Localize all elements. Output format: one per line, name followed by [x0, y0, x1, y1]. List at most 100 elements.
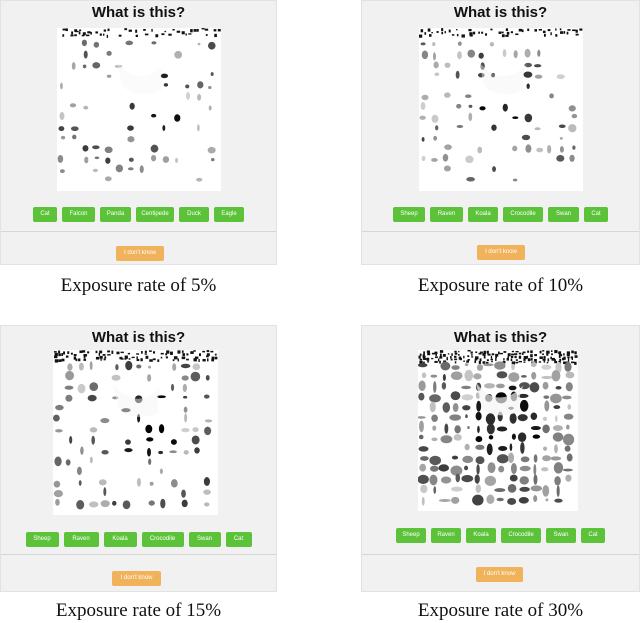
image-speck	[470, 351, 473, 354]
image-speck	[527, 28, 530, 32]
image-blob	[565, 474, 572, 482]
option-button-raven[interactable]: Raven	[63, 532, 99, 547]
image-blob	[541, 364, 552, 370]
image-blob	[128, 157, 134, 162]
dont-know-button[interactable]: I don't know	[116, 246, 164, 261]
image-blob	[566, 424, 570, 430]
image-blob	[204, 502, 210, 507]
image-blob	[476, 464, 480, 475]
image-blob	[83, 105, 89, 110]
image-blob	[60, 82, 63, 90]
image-speck	[172, 359, 175, 362]
image-speck	[73, 354, 77, 357]
image-speck	[106, 34, 109, 38]
option-button-crocodile[interactable]: Crocodile	[501, 528, 541, 543]
image-speck	[116, 351, 120, 355]
image-blob	[421, 372, 427, 379]
image-speck	[478, 352, 482, 355]
image-speck	[439, 356, 443, 359]
image-blob	[196, 177, 203, 182]
image-blob	[431, 414, 438, 422]
option-button-raven[interactable]: Raven	[431, 528, 461, 543]
image-blob	[466, 176, 475, 182]
image-speck	[521, 29, 524, 33]
option-button-swan[interactable]: Swan	[546, 528, 576, 543]
image-blob	[181, 375, 189, 381]
image-silhouette	[116, 60, 166, 95]
image-blob	[183, 450, 189, 455]
option-button-koala[interactable]: Koala	[466, 528, 496, 543]
image-blob	[192, 363, 201, 371]
image-blob	[115, 364, 119, 371]
image-blob	[190, 371, 201, 382]
image-blob	[461, 474, 474, 483]
option-button-sheep[interactable]: Sheep	[25, 532, 59, 547]
image-blob	[442, 373, 446, 382]
image-blob	[65, 394, 73, 402]
option-button-panda[interactable]: Panda	[100, 207, 131, 222]
option-button-sheep[interactable]: Sheep	[393, 207, 425, 222]
image-blob	[509, 412, 517, 424]
option-button-cat[interactable]: Cat	[33, 207, 57, 222]
image-blob	[511, 433, 516, 440]
image-speck	[54, 355, 58, 359]
dont-know-button[interactable]: I don't know	[112, 571, 161, 586]
image-speck	[498, 31, 502, 34]
option-button-falcon[interactable]: Falcon	[62, 207, 95, 222]
option-button-cat[interactable]: Cat	[581, 528, 605, 543]
image-blob	[568, 124, 577, 133]
image-blob	[441, 382, 447, 390]
image-blob	[145, 424, 153, 434]
option-button-swan[interactable]: Swan	[188, 532, 221, 547]
image-speck	[534, 353, 537, 357]
image-speck	[193, 350, 196, 352]
image-blob	[53, 414, 60, 422]
option-button-duck[interactable]: Duck	[179, 207, 209, 222]
image-blob	[455, 70, 460, 79]
option-button-cat[interactable]: Cat	[225, 532, 252, 547]
image-speck	[472, 31, 476, 35]
image-speck	[62, 28, 66, 31]
image-speck	[82, 32, 86, 36]
image-speck	[165, 353, 168, 356]
image-speck	[542, 358, 546, 361]
image-speck	[501, 31, 504, 34]
image-blob	[552, 432, 564, 442]
image-blob	[496, 383, 505, 389]
image-blob	[533, 464, 537, 476]
option-button-crocodile[interactable]: Crocodile	[141, 532, 184, 547]
image-speck	[498, 351, 500, 355]
image-blob	[175, 157, 178, 163]
image-speck	[206, 355, 209, 358]
dont-know-button[interactable]: I don't know	[477, 245, 525, 260]
option-button-koala[interactable]: Koala	[103, 532, 137, 547]
image-speck	[186, 358, 189, 361]
image-speck	[95, 31, 99, 34]
image-speck	[481, 31, 484, 34]
image-speck	[559, 28, 562, 31]
image-blob	[78, 480, 82, 486]
image-speck	[427, 352, 431, 356]
image-speck	[571, 361, 575, 364]
image-blob	[432, 52, 436, 61]
option-button-raven[interactable]: Raven	[430, 207, 463, 222]
option-button-koala[interactable]: Koala	[468, 207, 498, 222]
image-speck	[198, 359, 200, 363]
image-speck	[547, 358, 550, 362]
image-speck	[78, 358, 81, 362]
image-blob	[541, 375, 553, 380]
image-blob	[455, 473, 461, 483]
image-blob	[92, 168, 98, 173]
image-speck	[143, 28, 146, 31]
option-button-sheep[interactable]: Sheep	[396, 528, 426, 543]
option-button-centipede[interactable]: Centipede	[136, 207, 174, 222]
option-button-swan[interactable]: Swan	[548, 207, 579, 222]
dont-know-button[interactable]: I don't know	[476, 567, 523, 582]
image-speck	[95, 350, 98, 354]
option-button-eagle[interactable]: Eagle	[214, 207, 244, 222]
option-button-cat[interactable]: Cat	[584, 207, 608, 222]
image-speck	[526, 355, 529, 359]
image-speck	[467, 350, 471, 352]
image-blob	[89, 501, 99, 508]
option-button-crocodile[interactable]: Crocodile	[503, 207, 543, 222]
